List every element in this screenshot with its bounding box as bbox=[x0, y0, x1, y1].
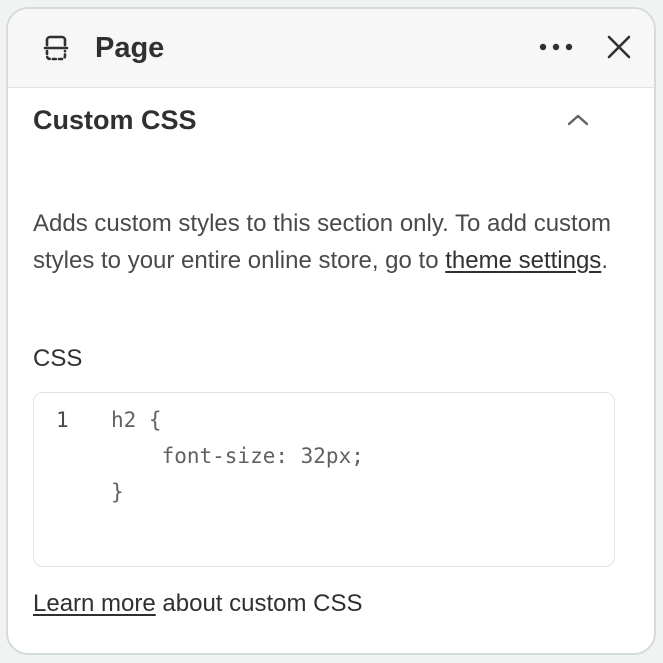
close-icon bbox=[607, 35, 631, 59]
description-end: . bbox=[601, 247, 608, 274]
theme-settings-link[interactable]: theme settings bbox=[445, 247, 601, 274]
learn-more-link[interactable]: Learn more bbox=[33, 590, 156, 617]
learn-more-suffix: about custom CSS bbox=[155, 590, 363, 617]
code-line[interactable]: h2 { bbox=[111, 402, 162, 438]
collapse-section-button[interactable] bbox=[563, 105, 593, 135]
code-line[interactable]: } bbox=[111, 474, 124, 510]
code-line[interactable]: font-size: 32px; bbox=[111, 438, 364, 474]
panel-header: Page bbox=[8, 9, 654, 88]
page-settings-panel: Page Custom CSS Adds custom styles to th… bbox=[6, 7, 656, 655]
page-section-icon bbox=[43, 35, 69, 61]
close-button[interactable] bbox=[602, 29, 636, 65]
css-code-editor[interactable]: 1 h2 { font-size: 32px; } bbox=[33, 392, 615, 567]
more-horizontal-icon bbox=[539, 43, 573, 51]
section-description: Adds custom styles to this section only.… bbox=[33, 205, 613, 279]
css-field-label: CSS bbox=[33, 345, 83, 372]
section-title: Custom CSS bbox=[33, 105, 197, 135]
chevron-up-icon bbox=[567, 114, 589, 126]
learn-more-text: Learn more about custom CSS bbox=[33, 587, 363, 621]
line-number: 1 bbox=[56, 408, 69, 432]
custom-css-section-header[interactable]: Custom CSS bbox=[8, 89, 654, 149]
more-actions-button[interactable] bbox=[536, 31, 576, 63]
panel-title: Page bbox=[95, 32, 165, 64]
